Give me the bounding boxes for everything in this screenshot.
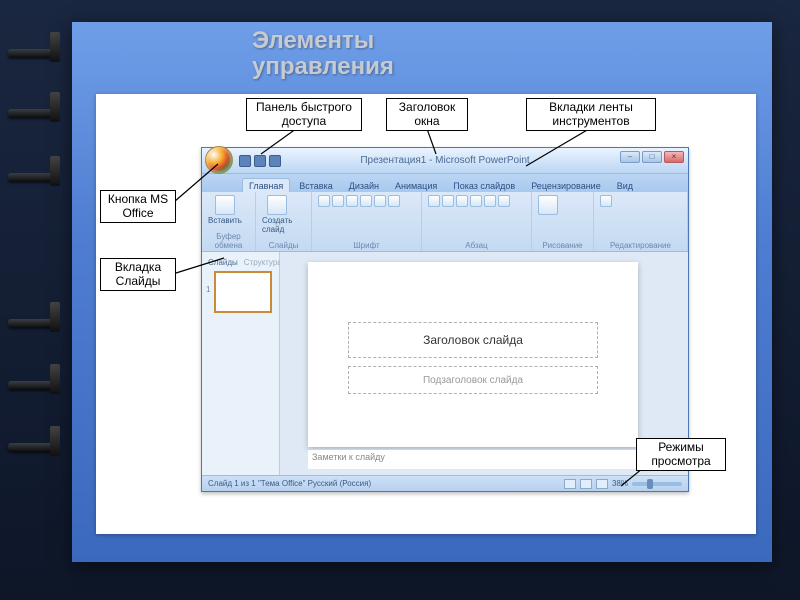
font-btn[interactable] [374, 195, 386, 207]
callout-qat: Панель быстрого доступа [246, 98, 362, 131]
slides-pane: Слайды Структура 1 [202, 252, 280, 475]
pane-tab-outline[interactable]: Структура [244, 258, 282, 267]
new-slide-label: Создать слайд [262, 216, 292, 234]
window-title: Презентация1 - Microsoft PowerPoint [360, 155, 529, 166]
status-left: Слайд 1 из 1 "Тема Office" Русский (Росс… [208, 479, 371, 488]
office-button[interactable] [205, 146, 233, 174]
callout-slides-tab: Вкладка Слайды [100, 258, 176, 291]
tab-view[interactable]: Вид [610, 178, 640, 192]
undo-icon[interactable] [254, 155, 266, 167]
ribbon-tab-strip: Главная Вставка Дизайн Анимация Показ сл… [202, 174, 688, 192]
titlebar: Презентация1 - Microsoft PowerPoint – □ … [202, 148, 688, 174]
paste-icon [215, 195, 235, 215]
para-btn[interactable] [498, 195, 510, 207]
ribbon-group-clipboard: Вставить Буфер обмена [202, 192, 256, 251]
group-label-slides: Слайды [262, 241, 305, 250]
callout-ribbon-tabs: Вкладки ленты инструментов [526, 98, 656, 131]
lecture-slide: Элементы управления Панель быстрого дост… [72, 22, 772, 562]
tab-design[interactable]: Дизайн [342, 178, 386, 192]
tab-home[interactable]: Главная [242, 178, 290, 192]
view-sorter-button[interactable] [580, 479, 592, 489]
heading-line1: Элементы [252, 27, 374, 54]
font-btn[interactable] [318, 195, 330, 207]
view-normal-button[interactable] [564, 479, 576, 489]
zoom-percent: 38% [612, 479, 628, 488]
redo-icon[interactable] [269, 155, 281, 167]
find-icon [600, 195, 612, 207]
pane-tab-slides[interactable]: Слайды [208, 258, 238, 267]
para-btn[interactable] [442, 195, 454, 207]
ribbon-group-font: Шрифт [312, 192, 422, 251]
shapes-icon [538, 195, 558, 215]
tab-slideshow[interactable]: Показ слайдов [446, 178, 522, 192]
para-btn[interactable] [456, 195, 468, 207]
work-area: Слайды Структура 1 Заголовок слайда Подз… [202, 252, 688, 475]
drawing-button[interactable] [538, 195, 558, 215]
ribbon: Вставить Буфер обмена Создать слайд Слай… [202, 192, 688, 252]
binder-rings [0, 0, 70, 600]
para-btn[interactable] [484, 195, 496, 207]
slide-canvas[interactable]: Заголовок слайда Подзаголовок слайда [308, 262, 638, 447]
thumb-number: 1 [206, 285, 210, 294]
group-label-drawing: Рисование [538, 241, 587, 250]
heading-line2: управления [252, 53, 394, 80]
new-slide-icon [267, 195, 287, 215]
para-btn[interactable] [428, 195, 440, 207]
close-button[interactable]: × [664, 151, 684, 163]
view-slideshow-button[interactable] [596, 479, 608, 489]
font-btn[interactable] [332, 195, 344, 207]
window-controls: – □ × [620, 151, 684, 163]
title-placeholder[interactable]: Заголовок слайда [348, 322, 598, 358]
ribbon-group-drawing: Рисование [532, 192, 594, 251]
save-icon[interactable] [239, 155, 251, 167]
paste-label: Вставить [208, 216, 242, 225]
tab-animation[interactable]: Анимация [388, 178, 444, 192]
powerpoint-window: Презентация1 - Microsoft PowerPoint – □ … [201, 147, 689, 492]
slide-heading: Элементы управления [252, 28, 394, 81]
zoom-slider[interactable] [632, 482, 682, 486]
diagram-area: Панель быстрого доступа Заголовок окна В… [96, 94, 756, 534]
new-slide-button[interactable]: Создать слайд [262, 195, 292, 234]
callout-office-button: Кнопка MS Office [100, 190, 176, 223]
group-label-editing: Редактирование [600, 241, 681, 250]
group-label-font: Шрифт [318, 241, 415, 250]
para-btn[interactable] [470, 195, 482, 207]
font-btn[interactable] [346, 195, 358, 207]
callout-window-title: Заголовок окна [386, 98, 468, 131]
paste-button[interactable]: Вставить [208, 195, 242, 225]
canvas-area: Заголовок слайда Подзаголовок слайда Зам… [280, 252, 688, 475]
status-bar: Слайд 1 из 1 "Тема Office" Русский (Росс… [202, 475, 688, 491]
group-label-clipboard: Буфер обмена [208, 232, 249, 250]
font-btn[interactable] [388, 195, 400, 207]
find-button[interactable] [600, 195, 612, 207]
group-label-paragraph: Абзац [428, 241, 525, 250]
subtitle-placeholder[interactable]: Подзаголовок слайда [348, 366, 598, 394]
ribbon-group-paragraph: Абзац [422, 192, 532, 251]
slide-thumbnail[interactable] [214, 271, 272, 313]
maximize-button[interactable]: □ [642, 151, 662, 163]
quick-access-toolbar[interactable] [239, 155, 281, 167]
font-btn[interactable] [360, 195, 372, 207]
ribbon-group-editing: Редактирование [594, 192, 688, 251]
callout-view-modes: Режимы просмотра [636, 438, 726, 471]
notes-pane[interactable]: Заметки к слайду [308, 449, 638, 469]
minimize-button[interactable]: – [620, 151, 640, 163]
tab-review[interactable]: Рецензирование [524, 178, 608, 192]
ribbon-group-slides: Создать слайд Слайды [256, 192, 312, 251]
tab-insert[interactable]: Вставка [292, 178, 339, 192]
